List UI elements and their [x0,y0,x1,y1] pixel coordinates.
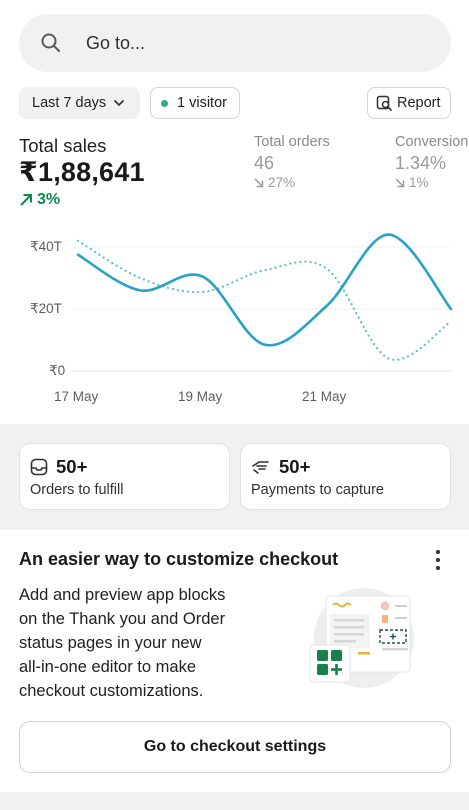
chart-plot [72,233,453,372]
live-visitors-button[interactable]: 1 visitor [150,87,240,119]
total-orders-label: Total orders [254,134,330,150]
promo-line: Add and preview app blocks [19,586,226,604]
conversion-change-value: 1% [409,175,429,190]
chevron-down-icon [113,99,125,107]
search-icon [40,32,62,54]
total-sales-label: Total sales [19,135,107,156]
conversion-value: 1.34% [395,153,447,173]
sales-line-chart: ₹40T ₹20T ₹0 17 May 19 May 21 May [0,225,469,415]
search-bar[interactable] [19,14,451,72]
x-tick-label: 19 May [178,389,223,404]
orders-to-fulfill-card[interactable]: 50+ Orders to fulfill [19,443,230,510]
visitors-label: 1 visitor [177,95,227,111]
live-status-dot [161,99,168,107]
total-sales-value: ₹1,88,641 [19,157,145,187]
promo-line: all-in-one editor to make [19,658,197,676]
orders-to-fulfill-count: 50+ [56,456,88,477]
date-range-dropdown[interactable]: Last 7 days [19,87,140,119]
payments-to-capture-card[interactable]: 50+ Payments to capture [240,443,451,510]
report-label: Report [397,95,441,111]
orders-to-fulfill-label: Orders to fulfill [30,482,124,498]
x-tick-label: 21 May [302,389,347,404]
promo-description: Add and preview app blocks on the Thank … [19,583,259,703]
report-button[interactable]: Report [367,87,451,119]
conversion-label: Conversion [395,134,469,150]
next-section-edge [0,792,469,810]
more-options-icon[interactable] [431,548,445,572]
payments-to-capture-count: 50+ [279,456,311,477]
total-sales-change-value: 3% [37,191,61,208]
hand-payment-icon [251,458,271,476]
total-orders-value: 46 [254,153,275,173]
total-sales-change: 3% [19,191,60,209]
checkout-editor-illustration [309,588,414,688]
search-input[interactable] [86,32,386,54]
payments-to-capture-label: Payments to capture [251,482,384,498]
total-orders-change-value: 27% [268,175,296,190]
promo-title: An easier way to customize checkout [19,549,339,569]
checkout-settings-button[interactable]: Go to checkout settings [19,721,451,773]
conversion-change: 1% [395,175,429,190]
report-search-icon [376,95,393,112]
promo-line: on the Thank you and Order [19,610,226,628]
x-tick-label: 17 May [54,389,99,404]
comparison-series-line [76,239,453,361]
arrow-down-right-icon [254,177,264,188]
sales-series-line [76,233,453,347]
promo-line: status pages in your new [19,634,202,652]
total-orders-change: 27% [254,175,295,190]
promo-line: checkout customizations. [19,682,204,700]
arrow-down-right-icon [395,177,405,188]
arrow-up-right-icon [19,193,33,207]
date-range-label: Last 7 days [32,95,107,111]
inbox-icon [30,458,48,476]
